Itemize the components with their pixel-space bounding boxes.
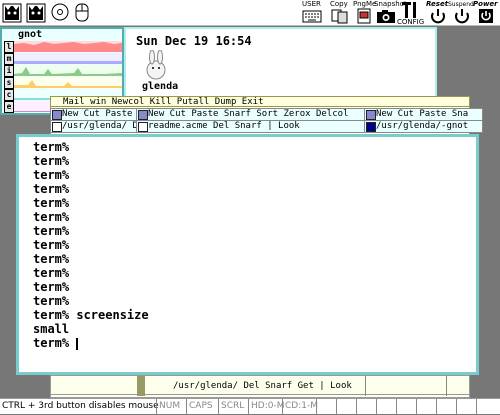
camera-icon[interactable] [376, 8, 396, 24]
terminal-line: term% [33, 168, 70, 182]
power-icon[interactable] [476, 8, 496, 24]
acme-window-1-tag[interactable]: /usr/glenda/ D [50, 120, 149, 133]
keyboard-icon[interactable] [302, 8, 322, 24]
window-tag-text[interactable]: readme.acme Del Snarf | Look [148, 121, 300, 131]
terminal-line: small [33, 322, 70, 336]
column-tag-text[interactable]: New Cut Paste Sna [376, 109, 468, 119]
config-label: CONFIG [397, 18, 425, 26]
terminal-line: term% [33, 266, 70, 280]
glenda-bunny-icon [146, 50, 166, 80]
load-graph [14, 41, 122, 52]
copy-label: Copy [330, 0, 348, 8]
terminal-line: term% screensize [33, 308, 149, 322]
cd-icon[interactable] [50, 1, 70, 23]
acme-bottom-tag[interactable]: /usr/glenda/ Del Snarf Get | Look [50, 375, 470, 396]
user-label: USER [302, 0, 321, 8]
reset-label: Reset [426, 0, 449, 8]
stat-row-interrupts: i [4, 65, 122, 77]
column-divider [446, 376, 447, 396]
stat-key: m [4, 53, 14, 65]
terminal-line: term% [33, 294, 70, 308]
suspend-label: Suspend [448, 1, 474, 8]
tools-icon[interactable] [400, 1, 420, 19]
column-handle[interactable] [366, 110, 376, 120]
stat-key: c [4, 89, 14, 101]
acme-main-tag-text[interactable]: Mail win Newcol Kill Putall Dump Exit [63, 97, 263, 106]
window-tag-text[interactable]: /usr/glenda/-gnot [376, 121, 468, 131]
column-tag-text[interactable]: New Cut Paste Snarf Sort Zerox Delcol [148, 109, 348, 119]
scroll-lock-indicator: SCRL [218, 399, 251, 415]
stat-key: s [4, 77, 14, 89]
mouse-icon[interactable] [72, 1, 92, 23]
interrupts-graph [14, 65, 122, 76]
acme-window-2-tag[interactable]: readme.acme Del Snarf | Look [136, 120, 377, 133]
status-bar: CTRL + 3rd button disables mouse NUM CAP… [0, 398, 500, 415]
power-label: Power [473, 0, 498, 8]
copy-icon[interactable] [330, 8, 350, 24]
terminal-line: term% [33, 154, 70, 168]
terminal-line: term% [33, 196, 70, 210]
column-handle[interactable] [52, 110, 62, 120]
acme-main-tag[interactable]: Mail win Newcol Kill Putall Dump Exit [50, 96, 470, 107]
window-handle[interactable] [138, 122, 148, 132]
column-divider [365, 376, 366, 396]
reset-icon[interactable] [428, 8, 448, 24]
memory-graph [14, 53, 122, 64]
terminal-window[interactable]: term% term% term% term% term% term% term… [16, 134, 479, 375]
clock-datetime: Sun Dec 19 16:54 [136, 34, 252, 48]
stat-row-memory: m [4, 53, 122, 65]
stats-title: gnot [18, 29, 43, 40]
text-cursor [76, 338, 78, 350]
stat-row-load: l [4, 41, 122, 53]
hd-indicator: HD:0-M [248, 399, 285, 415]
suspend-icon[interactable] [452, 8, 472, 24]
scrollbar-thumb[interactable] [137, 376, 145, 396]
top-toolbar: USER Copy PngMe Snapshot CONFIG Reset Su… [0, 0, 500, 26]
stat-key: l [4, 41, 14, 53]
terminal-line: term% [33, 280, 70, 294]
column-tag-text[interactable]: New Cut Paste [62, 109, 132, 119]
window-tag-text[interactable]: /usr/glenda/ D [62, 121, 138, 131]
column-handle[interactable] [138, 110, 148, 120]
terminal-line: term% [33, 140, 70, 154]
window-handle[interactable] [366, 122, 376, 132]
cat-icon[interactable] [26, 1, 46, 23]
num-lock-indicator: NUM [156, 399, 189, 415]
acme-window-3-tag[interactable]: /usr/glenda/-gnot [364, 120, 483, 133]
syscalls-graph [14, 77, 122, 88]
terminal-line: term% [33, 182, 70, 196]
pngme-label: PngMe [353, 0, 377, 8]
stat-key: e [4, 101, 14, 113]
terminal-prompt[interactable]: term% [33, 336, 69, 350]
status-slot [476, 399, 500, 415]
stat-row-syscalls: s [4, 77, 122, 89]
caps-lock-indicator: CAPS [186, 399, 221, 415]
terminal-line: term% [33, 224, 70, 238]
document-icon[interactable] [354, 8, 374, 24]
terminal-line: term% [33, 210, 70, 224]
terminal-line: term% [33, 238, 70, 252]
stat-key: i [4, 65, 14, 77]
face-username: glenda [142, 81, 179, 92]
bottom-tag-text[interactable]: /usr/glenda/ Del Snarf Get | Look [173, 376, 352, 396]
cat-icon[interactable] [2, 1, 22, 23]
cd-indicator: CD:1-M [282, 399, 319, 415]
status-hint: CTRL + 3rd button disables mouse [2, 401, 159, 411]
window-handle[interactable] [52, 122, 62, 132]
terminal-line: term% [33, 252, 70, 266]
